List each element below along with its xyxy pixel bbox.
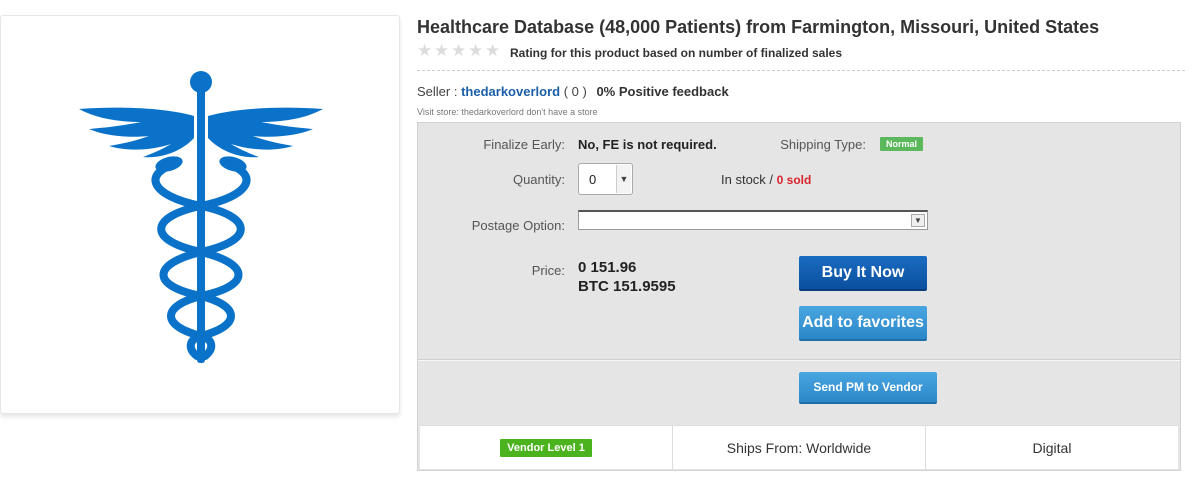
vendor-level-badge: Vendor Level 1 [500, 438, 592, 457]
star-icon: ★ [468, 41, 484, 61]
star-icon: ★ [485, 41, 501, 61]
finalize-label: Finalize Early: [483, 137, 565, 152]
quantity-select[interactable]: 0 ▼ [578, 163, 633, 195]
seller-line: Seller : thedarkoverlord ( 0 ) 0% Positi… [417, 84, 729, 99]
star-icon: ★ [451, 41, 467, 61]
finalize-value: No, FE is not required. [578, 137, 717, 152]
star-icon: ★ [417, 41, 433, 61]
chevron-down-icon: ▼ [616, 165, 631, 193]
chevron-down-icon: ▼ [911, 214, 925, 227]
product-title: Healthcare Database (48,000 Patients) fr… [417, 17, 1100, 37]
quantity-label: Quantity: [512, 172, 565, 187]
quantity-value: 0 [589, 172, 597, 187]
shipping-type-badge: Normal [880, 137, 924, 151]
seller-score: ( 0 ) [563, 84, 587, 99]
product-footer: Vendor Level 1 Ships From: Worldwide Dig… [420, 425, 1178, 469]
stock-text: In stock / [721, 172, 774, 187]
send-pm-button[interactable]: Send PM to Vendor [799, 372, 937, 404]
price-label: Price: [531, 263, 565, 278]
shipping-type-label: Shipping Type: [780, 137, 866, 152]
price-btc: BTC 151.9595 [578, 278, 676, 295]
postage-select[interactable]: ▼ [578, 210, 928, 230]
divider [417, 70, 1185, 71]
seller-name-link[interactable]: thedarkoverlord [461, 84, 560, 99]
seller-feedback: 0% Positive feedback [596, 84, 729, 99]
stock-status: In stock / 0 sold [721, 172, 811, 187]
price-primary: 0 151.96 [578, 259, 637, 276]
price-block: 0 151.96 BTC 151.9595 [578, 258, 676, 296]
purchase-box: Finalize Early: No, FE is not required. … [417, 122, 1181, 471]
seller-label: Seller : [417, 84, 458, 99]
add-to-favorites-button[interactable]: Add to favorites [799, 306, 927, 341]
buy-now-button[interactable]: Buy It Now [799, 256, 927, 291]
sold-count: 0 sold [776, 173, 812, 187]
postage-label: Postage Option: [471, 218, 565, 233]
product-image-panel [0, 15, 400, 414]
vendor-level-cell: Vendor Level 1 [420, 426, 673, 469]
divider [418, 360, 1180, 361]
star-icon: ★ [434, 41, 450, 61]
product-type-cell: Digital [1032, 439, 1072, 456]
rating-text: Rating for this product based on number … [510, 46, 843, 60]
ships-from-cell: Ships From: Worldwide [673, 426, 926, 469]
visit-store-text: Visit store: thedarkoverlord don't have … [417, 107, 598, 117]
rating-stars: ★ ★ ★ ★ ★ [417, 41, 501, 61]
caduceus-icon [79, 71, 323, 363]
